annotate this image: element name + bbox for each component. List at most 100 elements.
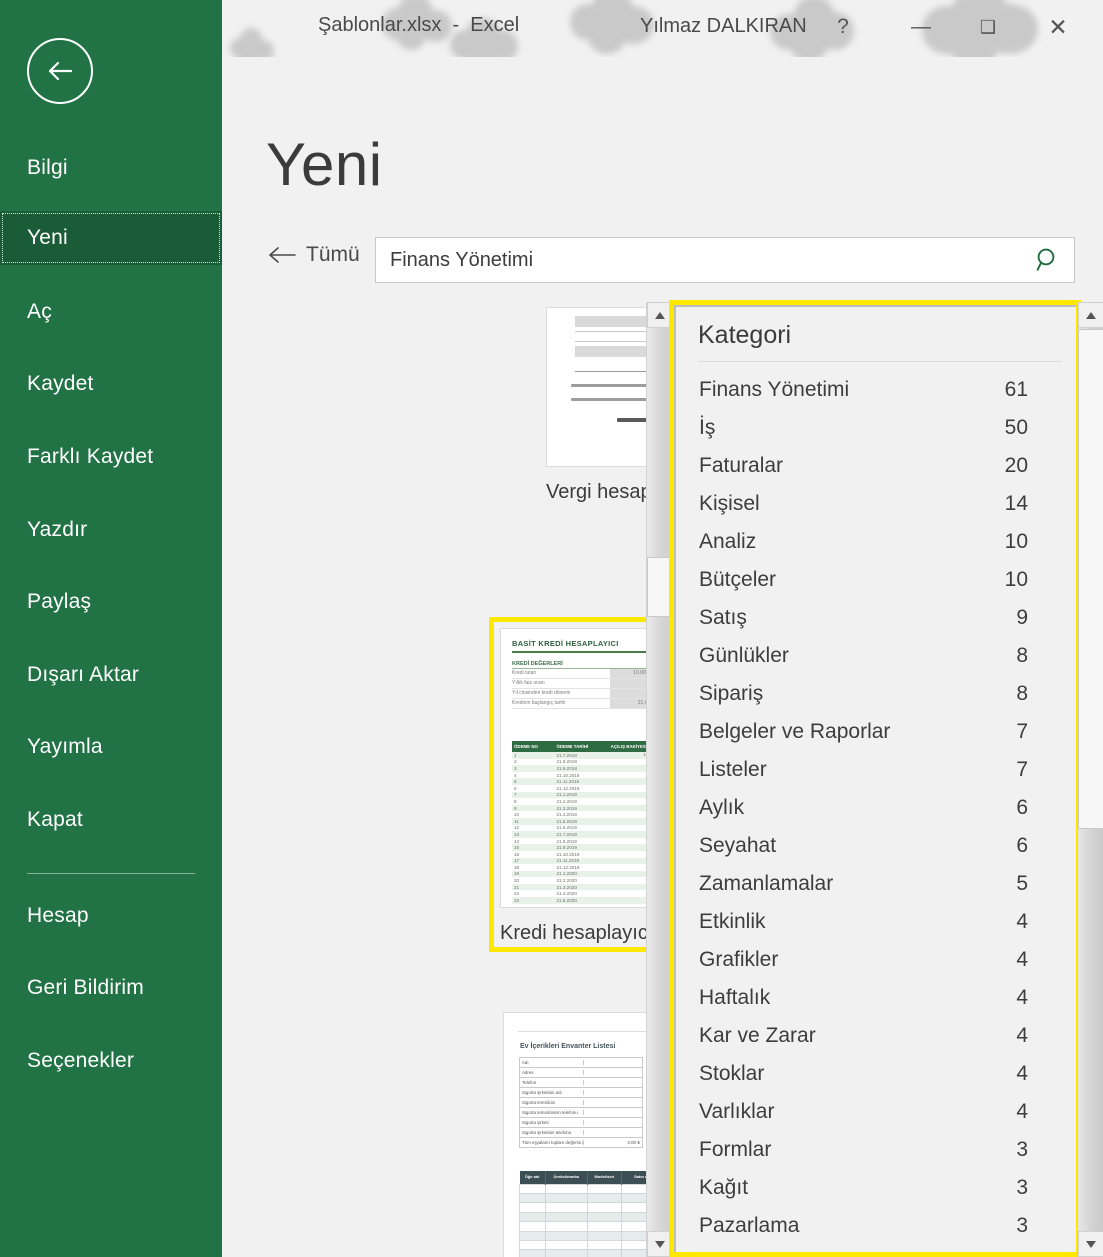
category-count: 61 [1004,378,1028,401]
sidebar-item-bilgi[interactable]: Bilgi [0,141,222,195]
category-label: Faturalar [699,454,784,477]
window-title: Şablonlar.xlsx - Excel [318,14,520,36]
category-count: 10 [1004,568,1028,591]
backstage-sidebar: Bilgi Yeni Aç Kaydet Farklı Kaydet Yazdı… [0,0,222,1257]
maximize-button[interactable]: ❑ [967,8,1009,46]
sidebar-item-geri-bildirim[interactable]: Geri Bildirim [0,961,222,1015]
category-row[interactable]: Pazarlama 3 [676,1207,1076,1245]
sidebar-item-yeni[interactable]: Yeni [0,211,222,265]
close-button[interactable]: ✕ [1037,8,1079,46]
category-panel: Kategori Finans Yönetimi 61 İş 50 Faturalar 2… [674,305,1076,1252]
category-row[interactable]: Kağıt 3 [676,1169,1076,1207]
category-row[interactable]: Etkinlik 4 [676,903,1076,941]
minimize-button[interactable]: — [900,8,942,46]
category-row[interactable]: Sipariş 8 [676,675,1076,713]
category-list: Finans Yönetimi 61 İş 50 Faturalar 20 Kişisel 1… [676,371,1076,1252]
category-row[interactable]: Listeler 7 [676,751,1076,789]
sidebar-item-label: Aç [27,300,52,323]
category-count: 4 [1016,948,1028,971]
category-label: Seyahat [699,834,777,857]
category-count: 6 [1016,796,1028,819]
category-row[interactable]: Varlıklar 4 [676,1093,1076,1131]
sidebar-divider [27,873,195,874]
minimize-icon: — [911,15,931,38]
decorative-blob-icon [230,28,278,57]
category-row[interactable]: Bütçeler 10 [676,561,1076,599]
preview-left-block: KREDİ DEĞERLERİ Kredi tutarı10.000,00 ₺ … [512,661,662,709]
category-label: Grafikler [699,948,779,971]
sidebar-item-kapat[interactable]: Kapat [0,793,222,847]
sidebar-item-paylas[interactable]: Paylaş [0,575,222,629]
category-count: 9 [1016,606,1028,629]
category-count: 4 [1016,910,1028,933]
preview-form-row: Sigorta şirketinin adı [520,1088,642,1098]
scroll-up-arrow-icon [655,311,665,319]
category-label: Bütçeler [699,568,777,591]
category-row[interactable]: İş 50 [676,409,1076,447]
preview-form-row: Sigorta şirketinin telefonu [520,1128,642,1138]
sidebar-item-ac[interactable]: Aç [0,285,222,339]
category-row[interactable]: Kişisel 14 [676,485,1076,523]
maximize-icon: ❑ [979,16,997,37]
category-count: 8 [1016,644,1028,667]
category-row[interactable]: Seyahat 6 [676,827,1076,865]
category-row[interactable]: Grafikler 4 [676,941,1076,979]
category-label: Listeler [699,758,767,781]
preview-form-row: Sigorta temsilcisinin telefonu [520,1108,642,1118]
category-row[interactable]: Zamanlamalar 5 [676,865,1076,903]
sidebar-item-label: Paylaş [27,590,92,613]
preview-column-header: Üretici/marka [545,1171,588,1185]
sidebar-item-label: Seçenekler [27,1049,135,1072]
search-button[interactable] [1022,238,1074,282]
all-templates-back-link[interactable]: Tümü [267,243,360,267]
category-row[interactable]: Haftalık 4 [676,979,1076,1017]
category-row[interactable]: Finans Yönetimi 61 [676,371,1076,409]
help-button[interactable]: ? [822,8,864,46]
category-row[interactable]: Günlükler 8 [676,637,1076,675]
category-row[interactable]: Aylık 6 [676,789,1076,827]
preview-form-row: Adres [520,1068,642,1078]
category-label: Etkinlik [699,910,766,933]
category-row[interactable]: Kar ve Zarar 4 [676,1017,1076,1055]
sidebar-item-hesap[interactable]: Hesap [0,889,222,943]
template-search-box[interactable] [375,237,1075,283]
category-count: 10 [1004,530,1028,553]
scroll-up-button[interactable] [1078,302,1103,328]
category-row[interactable]: Analiz 10 [676,523,1076,561]
category-label: Sipariş [699,682,764,705]
sidebar-item-label: Farklı Kaydet [27,445,154,468]
scroll-down-button[interactable] [1078,1231,1103,1257]
sidebar-item-secenekler[interactable]: Seçenekler [0,1034,222,1088]
category-count: 3 [1016,1176,1028,1199]
category-count: 5 [1016,872,1028,895]
sidebar-item-yayimla[interactable]: Yayımla [0,720,222,774]
category-row[interactable]: Stoklar 4 [676,1055,1076,1093]
category-count: 4 [1016,1100,1028,1123]
page-title: Yeni [266,131,383,198]
category-count: 4 [1016,986,1028,1009]
category-count: 20 [1004,454,1028,477]
category-label: Kar ve Zarar [699,1024,816,1047]
category-label: Belgeler ve Raporlar [699,720,891,743]
back-arrow-button[interactable] [27,38,93,104]
search-input[interactable] [376,248,1022,272]
sidebar-item-yazdir[interactable]: Yazdır [0,503,222,557]
category-row[interactable]: Satış 9 [676,599,1076,637]
category-row[interactable]: Formlar 3 [676,1131,1076,1169]
sidebar-item-kaydet[interactable]: Kaydet [0,357,222,411]
category-count: 7 [1016,758,1028,781]
title-bar: Şablonlar.xlsx - Excel Yılmaz DALKIRAN ?… [222,0,1103,57]
category-label: Günlükler [699,644,789,667]
sidebar-item-farkli-kaydet[interactable]: Farklı Kaydet [0,430,222,484]
category-scrollbar[interactable] [1077,302,1103,1257]
preview-column-header: Öğe adı [519,1171,546,1185]
sidebar-item-label: Yazdır [27,518,88,541]
category-label: İş [699,416,716,439]
category-row[interactable]: Belgeler ve Raporlar 7 [676,713,1076,751]
category-panel-title: Kategori [698,321,792,349]
sidebar-item-disari-aktar[interactable]: Dışarı Aktar [0,648,222,702]
scroll-down-arrow-icon [1086,1240,1096,1248]
category-row[interactable]: Faturalar 20 [676,447,1076,485]
scroll-thumb[interactable] [1078,329,1103,829]
category-label: Kağıt [699,1176,749,1199]
